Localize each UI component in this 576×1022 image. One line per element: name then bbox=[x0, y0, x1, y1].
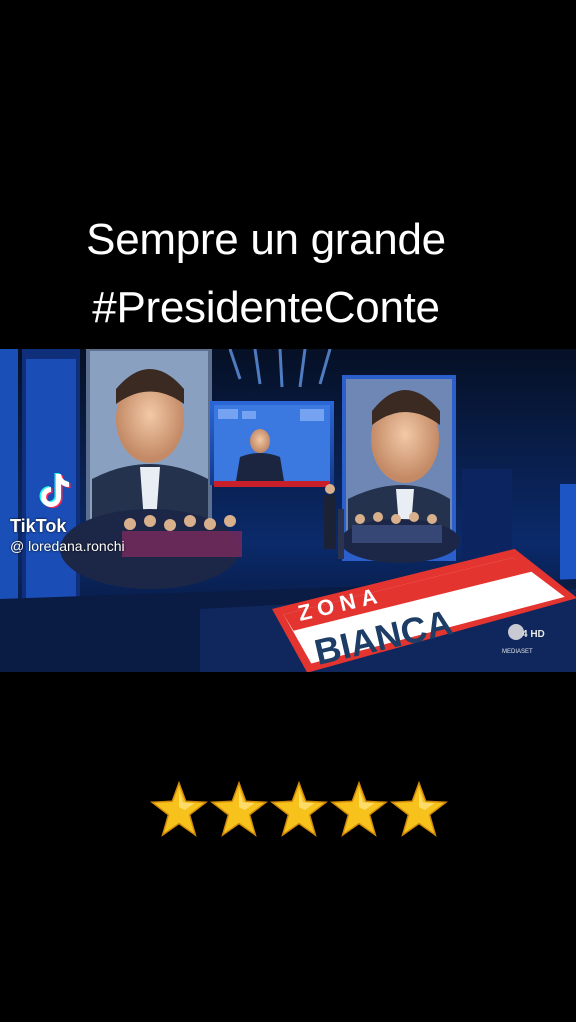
tiktok-username[interactable]: @ loredana.ronchi bbox=[10, 538, 125, 554]
tiktok-logo-icon bbox=[39, 473, 71, 508]
star-icon bbox=[330, 780, 388, 837]
caption-line-1: Sempre un grande bbox=[86, 215, 446, 264]
video-frame[interactable]: ZONA BIANCA 4 HD MEDIASET bbox=[0, 349, 576, 672]
svg-text:4 HD: 4 HD bbox=[522, 629, 545, 640]
star-rating bbox=[150, 780, 460, 840]
caption-line-2: #PresidenteConte bbox=[92, 283, 440, 332]
studio-scene: ZONA BIANCA 4 HD MEDIASET bbox=[0, 349, 576, 672]
tiktok-brand-label: TikTok bbox=[10, 516, 67, 536]
star-icon bbox=[150, 780, 208, 837]
star-icon bbox=[210, 780, 268, 837]
svg-text:MEDIASET: MEDIASET bbox=[502, 649, 533, 655]
star-icon bbox=[390, 780, 448, 837]
star-icon bbox=[270, 780, 328, 837]
